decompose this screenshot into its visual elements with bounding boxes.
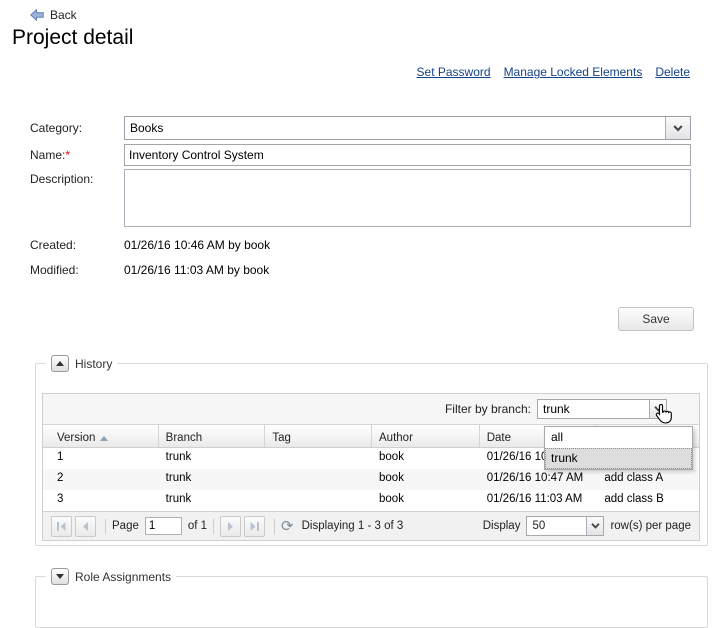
display-label: Display xyxy=(483,520,521,532)
cell-comment: add class A xyxy=(597,469,699,490)
cell-tag xyxy=(265,490,372,511)
chevron-down-icon xyxy=(654,406,663,412)
history-panel: History Filter by branch: trunk all trun… xyxy=(35,355,708,546)
page-size-combobox[interactable]: 50 xyxy=(526,516,604,536)
column-header-version[interactable]: Version xyxy=(43,425,159,447)
cell-version: 3 xyxy=(43,490,159,511)
cell-author: book xyxy=(372,469,480,490)
category-combobox[interactable]: Books xyxy=(124,116,691,140)
back-link[interactable]: Back xyxy=(30,8,77,22)
branch-filter-dropdown-button[interactable] xyxy=(649,400,666,418)
cell-version: 1 xyxy=(43,448,159,469)
cell-branch: trunk xyxy=(159,448,266,469)
history-legend: History xyxy=(46,355,117,372)
separator xyxy=(274,519,275,534)
save-button[interactable]: Save xyxy=(618,307,694,331)
branch-filter-combobox[interactable]: trunk xyxy=(537,399,667,419)
cell-branch: trunk xyxy=(159,469,266,490)
next-page-icon xyxy=(225,521,236,532)
first-page-button[interactable] xyxy=(51,516,72,537)
sort-ascending-icon xyxy=(100,436,108,441)
dropdown-option-trunk[interactable]: trunk xyxy=(545,448,692,469)
role-assignments-legend-label: Role Assignments xyxy=(75,570,171,584)
separator xyxy=(213,519,214,534)
history-collapse-button[interactable] xyxy=(51,355,69,372)
role-assignments-panel: Role Assignments xyxy=(35,568,708,628)
cell-author: book xyxy=(372,448,480,469)
cell-branch: trunk xyxy=(159,490,266,511)
cell-comment: add class B xyxy=(597,490,699,511)
description-label: Description: xyxy=(30,172,93,186)
history-legend-label: History xyxy=(75,357,112,371)
modified-label: Modified: xyxy=(30,263,79,277)
rows-per-page-label: row(s) per page xyxy=(610,520,691,532)
filter-by-branch-label: Filter by branch: xyxy=(445,402,531,416)
cell-tag xyxy=(265,448,372,469)
category-dropdown-button[interactable] xyxy=(665,117,690,139)
category-label: Category: xyxy=(30,121,82,135)
dropdown-option-all[interactable]: all xyxy=(545,427,692,448)
branch-filter-value: trunk xyxy=(538,400,649,418)
page-size-dropdown-button[interactable] xyxy=(586,517,603,535)
page-number-input[interactable] xyxy=(145,517,182,535)
project-detail-page: { "page": { "back_label": "Back", "title… xyxy=(0,0,723,595)
back-label: Back xyxy=(50,8,77,22)
category-value: Books xyxy=(125,117,665,139)
role-assignments-expand-button[interactable] xyxy=(51,568,69,585)
cell-tag xyxy=(265,469,372,490)
cell-version: 2 xyxy=(43,469,159,490)
chevron-down-icon xyxy=(673,125,683,132)
separator xyxy=(105,519,106,534)
refresh-icon[interactable]: ⟳ xyxy=(281,517,294,535)
paging-status: Displaying 1 - 3 of 3 xyxy=(302,520,404,532)
previous-page-icon xyxy=(80,521,91,532)
expand-down-icon xyxy=(56,574,64,579)
cell-date: 01/26/16 11:03 AM xyxy=(480,490,598,511)
cell-date: 01/26/16 10:47 AM xyxy=(480,469,598,490)
required-mark: * xyxy=(65,148,70,162)
pagination-bar: Page of 1 ⟳ Displaying 1 - 3 of 3 Displa… xyxy=(43,511,699,540)
history-grid-toolbar: Filter by branch: trunk all trunk xyxy=(43,394,699,425)
page-label: Page xyxy=(112,520,139,532)
cell-author: book xyxy=(372,490,480,511)
previous-page-button[interactable] xyxy=(75,516,96,537)
set-password-link[interactable]: Set Password xyxy=(417,65,491,79)
column-header-tag[interactable]: Tag xyxy=(265,425,372,447)
role-assignments-legend: Role Assignments xyxy=(46,568,176,585)
page-size-value: 50 xyxy=(527,517,586,535)
created-label: Created: xyxy=(30,238,76,252)
column-header-author[interactable]: Author xyxy=(372,425,480,447)
created-value: 01/26/16 10:46 AM by book xyxy=(124,238,270,252)
chevron-down-icon xyxy=(591,523,600,529)
history-grid: Filter by branch: trunk all trunk xyxy=(42,393,700,541)
next-page-button[interactable] xyxy=(220,516,241,537)
table-row[interactable]: 3 trunk book 01/26/16 11:03 AM add class… xyxy=(43,490,699,511)
name-input[interactable] xyxy=(124,144,691,166)
back-arrow-icon xyxy=(30,9,44,21)
name-label: Name:* xyxy=(30,148,70,162)
last-page-icon xyxy=(249,521,260,532)
table-row[interactable]: 2 trunk book 01/26/16 10:47 AM add class… xyxy=(43,469,699,490)
page-title: Project detail xyxy=(12,26,133,50)
delete-link[interactable]: Delete xyxy=(655,65,690,79)
last-page-button[interactable] xyxy=(244,516,265,537)
description-textarea[interactable] xyxy=(124,169,691,227)
branch-filter-dropdown-list: all trunk xyxy=(544,426,693,470)
action-links: Set Password Manage Locked Elements Dele… xyxy=(417,65,690,79)
manage-locked-elements-link[interactable]: Manage Locked Elements xyxy=(504,65,643,79)
page-size-controls: Display 50 row(s) per page xyxy=(483,516,691,536)
collapse-up-icon xyxy=(56,361,64,366)
modified-value: 01/26/16 11:03 AM by book xyxy=(124,263,269,277)
first-page-icon xyxy=(56,521,67,532)
column-header-branch[interactable]: Branch xyxy=(159,425,266,447)
page-of-label: of 1 xyxy=(188,520,207,532)
